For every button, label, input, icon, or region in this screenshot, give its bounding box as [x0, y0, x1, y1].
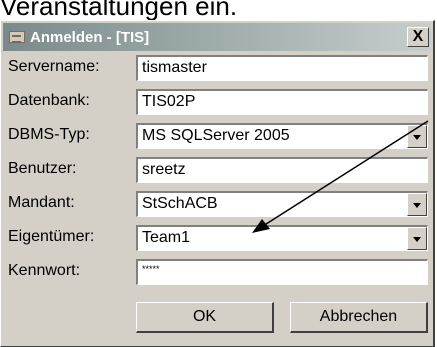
chevron-down-icon[interactable] — [407, 193, 427, 216]
servername-label: Servername: — [8, 58, 100, 75]
datenbank-label: Datenbank: — [8, 92, 90, 109]
chevron-down-icon[interactable] — [407, 227, 427, 250]
dbms-typ-label: DBMS-Typ: — [8, 126, 90, 143]
title-bar[interactable]: Anmelden - [TIS] X — [3, 23, 431, 51]
kennwort-label: Kennwort: — [8, 262, 81, 279]
eigentuemer-select[interactable]: Team1 — [136, 225, 428, 251]
datenbank-field[interactable]: TIS02P — [136, 89, 428, 115]
mandant-value: StSchACB — [142, 195, 218, 212]
eigentuemer-label: Eigentümer: — [8, 228, 95, 245]
mandant-label: Mandant: — [8, 194, 75, 211]
cancel-button[interactable]: Abbrechen — [290, 302, 428, 333]
dbms-typ-value: MS SQLServer 2005 — [142, 127, 290, 144]
login-dialog: Anmelden - [TIS] X Servername: tismaster… — [0, 20, 435, 347]
ok-button[interactable]: OK — [136, 302, 274, 333]
window-title: Anmelden - [TIS] — [30, 28, 150, 46]
row-dbms-typ: DBMS-Typ: MS SQLServer 2005 — [1, 123, 436, 149]
row-benutzer: Benutzer: sreetz — [1, 157, 436, 183]
kennwort-field[interactable]: ***** — [136, 259, 428, 285]
row-servername: Servername: tismaster — [1, 55, 436, 81]
eigentuemer-value: Team1 — [142, 229, 191, 246]
background-text: Veranstaltungen ein. — [0, 0, 238, 21]
row-mandant: Mandant: StSchACB — [1, 191, 436, 217]
row-datenbank: Datenbank: TIS02P — [1, 89, 436, 115]
app-icon — [9, 31, 25, 43]
benutzer-label: Benutzer: — [8, 160, 77, 177]
dbms-typ-select[interactable]: MS SQLServer 2005 — [136, 123, 428, 149]
password-mask: ***** — [142, 264, 160, 274]
mandant-select[interactable]: StSchACB — [136, 191, 428, 217]
row-kennwort: Kennwort: ***** — [1, 259, 436, 285]
servername-field[interactable]: tismaster — [136, 55, 428, 81]
close-button[interactable]: X — [407, 27, 429, 47]
row-eigentuemer: Eigentümer: Team1 — [1, 225, 436, 251]
benutzer-field[interactable]: sreetz — [136, 157, 428, 183]
chevron-down-icon[interactable] — [407, 125, 427, 148]
